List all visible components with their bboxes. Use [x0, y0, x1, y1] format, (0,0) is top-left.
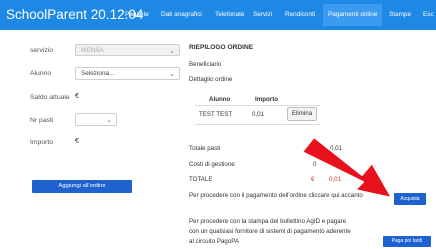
red-arrow-icon — [301, 136, 393, 199]
